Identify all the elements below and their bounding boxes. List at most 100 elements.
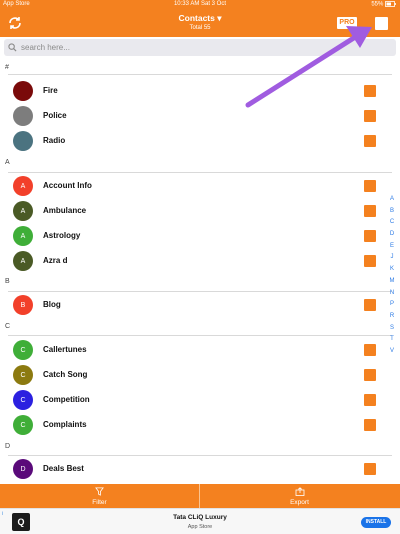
filter-icon — [95, 487, 104, 496]
status-date: Sat 3 Oct — [201, 1, 227, 7]
avatar: A — [13, 176, 33, 196]
index-letter[interactable]: R — [387, 311, 397, 323]
index-letter[interactable]: J — [387, 252, 397, 264]
ad-banner[interactable]: i Q Tata CLiQ Luxury App Store INSTALL — [0, 508, 400, 534]
status-battery: 55% — [371, 1, 396, 8]
contact-checkbox[interactable] — [364, 180, 376, 192]
list-item[interactable]: C Complaints — [0, 413, 390, 437]
index-letter[interactable]: N — [387, 288, 397, 300]
contact-checkbox[interactable] — [364, 230, 376, 242]
section-divider — [8, 291, 392, 292]
index-letter[interactable]: D — [387, 229, 397, 241]
avatar: C — [13, 415, 33, 435]
contact-checkbox[interactable] — [364, 369, 376, 381]
index-letter[interactable]: T — [387, 334, 397, 346]
contact-checkbox[interactable] — [364, 85, 376, 97]
list-item[interactable]: B Blog — [0, 293, 390, 317]
contact-list[interactable]: # Fire Police Radio A A Account Info A A… — [0, 58, 400, 484]
ad-subtitle: App Store — [187, 524, 213, 530]
contact-checkbox[interactable] — [364, 463, 376, 475]
index-letter[interactable]: P — [387, 299, 397, 311]
contact-checkbox[interactable] — [364, 255, 376, 267]
ad-title: Tata CLiQ Luxury — [173, 514, 227, 521]
export-icon — [295, 487, 304, 496]
section-header-c: C — [5, 323, 11, 330]
contact-checkbox[interactable] — [364, 299, 376, 311]
avatar: B — [13, 295, 33, 315]
contact-name: Competition — [43, 395, 90, 404]
contact-name: Ambulance — [43, 206, 87, 215]
contact-checkbox[interactable] — [364, 205, 376, 217]
contact-name: Blog — [43, 300, 61, 309]
list-item[interactable]: D Deals Best — [0, 457, 390, 481]
status-time-date: 10:33 AM Sat 3 Oct — [0, 1, 400, 7]
avatar: A — [13, 201, 33, 221]
contact-checkbox[interactable] — [364, 344, 376, 356]
index-letter[interactable]: M — [387, 276, 397, 288]
section-header-d: D — [5, 443, 11, 450]
list-item[interactable]: Radio — [0, 129, 390, 153]
list-item[interactable]: Police — [0, 104, 390, 128]
export-label: Export — [290, 499, 309, 506]
search-field[interactable] — [4, 39, 396, 56]
filter-label: Filter — [92, 499, 107, 506]
avatar — [13, 81, 33, 101]
avatar: C — [13, 365, 33, 385]
contact-name: Fire — [43, 86, 58, 95]
contact-name: Catch Song — [43, 370, 88, 379]
status-time: 10:33 AM — [173, 1, 200, 7]
pro-button[interactable]: PRO — [337, 17, 357, 29]
ad-install-button[interactable]: INSTALL — [361, 517, 391, 528]
contact-name: Callertunes — [43, 345, 87, 354]
list-item[interactable]: A Ambulance — [0, 199, 390, 223]
avatar: A — [13, 226, 33, 246]
index-letter[interactable]: A — [387, 194, 397, 206]
index-letter[interactable]: S — [387, 323, 397, 335]
contact-checkbox[interactable] — [364, 394, 376, 406]
contact-checkbox[interactable] — [364, 135, 376, 147]
contact-name: Azra d — [43, 256, 68, 265]
contact-name: Radio — [43, 136, 66, 145]
avatar: D — [13, 459, 33, 479]
contact-name: Account Info — [43, 181, 92, 190]
list-item[interactable]: C Catch Song — [0, 363, 390, 387]
search-input[interactable] — [21, 43, 381, 52]
section-divider — [8, 455, 392, 456]
list-item[interactable]: A Azra d — [0, 249, 390, 273]
avatar — [13, 131, 33, 151]
search-icon — [8, 43, 17, 52]
section-header-a: A — [5, 159, 10, 166]
select-all-checkbox[interactable] — [375, 17, 388, 30]
contact-name: Astrology — [43, 231, 81, 240]
list-item[interactable]: Fire — [0, 79, 390, 103]
list-item[interactable]: A Account Info — [0, 174, 390, 198]
list-item[interactable]: C Competition — [0, 388, 390, 412]
contact-checkbox[interactable] — [364, 110, 376, 122]
contact-name: Deals Best — [43, 464, 84, 473]
index-letter[interactable]: E — [387, 241, 397, 253]
contact-name: Complaints — [43, 420, 87, 429]
nav-bar: Contacts ▾ Total 55 PRO — [0, 10, 400, 37]
index-letter[interactable]: V — [387, 346, 397, 358]
list-item[interactable]: C Callertunes — [0, 338, 390, 362]
section-divider — [8, 172, 392, 173]
avatar: A — [13, 251, 33, 271]
index-letter[interactable]: K — [387, 264, 397, 276]
export-button[interactable]: Export — [200, 484, 399, 508]
contact-checkbox[interactable] — [364, 419, 376, 431]
alphabet-index[interactable]: ABCDEJKMNPRSTV — [387, 194, 397, 358]
section-header-b: B — [5, 278, 10, 285]
section-divider — [8, 74, 392, 75]
section-divider — [8, 335, 392, 336]
battery-percent: 55% — [371, 1, 384, 8]
battery-icon — [385, 1, 396, 7]
status-bar: App Store 10:33 AM Sat 3 Oct 55% — [0, 0, 400, 10]
list-item[interactable]: A Astrology — [0, 224, 390, 248]
avatar: C — [13, 390, 33, 410]
index-letter[interactable]: C — [387, 217, 397, 229]
avatar: C — [13, 340, 33, 360]
filter-button[interactable]: Filter — [0, 484, 199, 508]
section-header-hash: # — [5, 64, 9, 71]
index-letter[interactable]: B — [387, 206, 397, 218]
search-bar — [0, 37, 400, 58]
